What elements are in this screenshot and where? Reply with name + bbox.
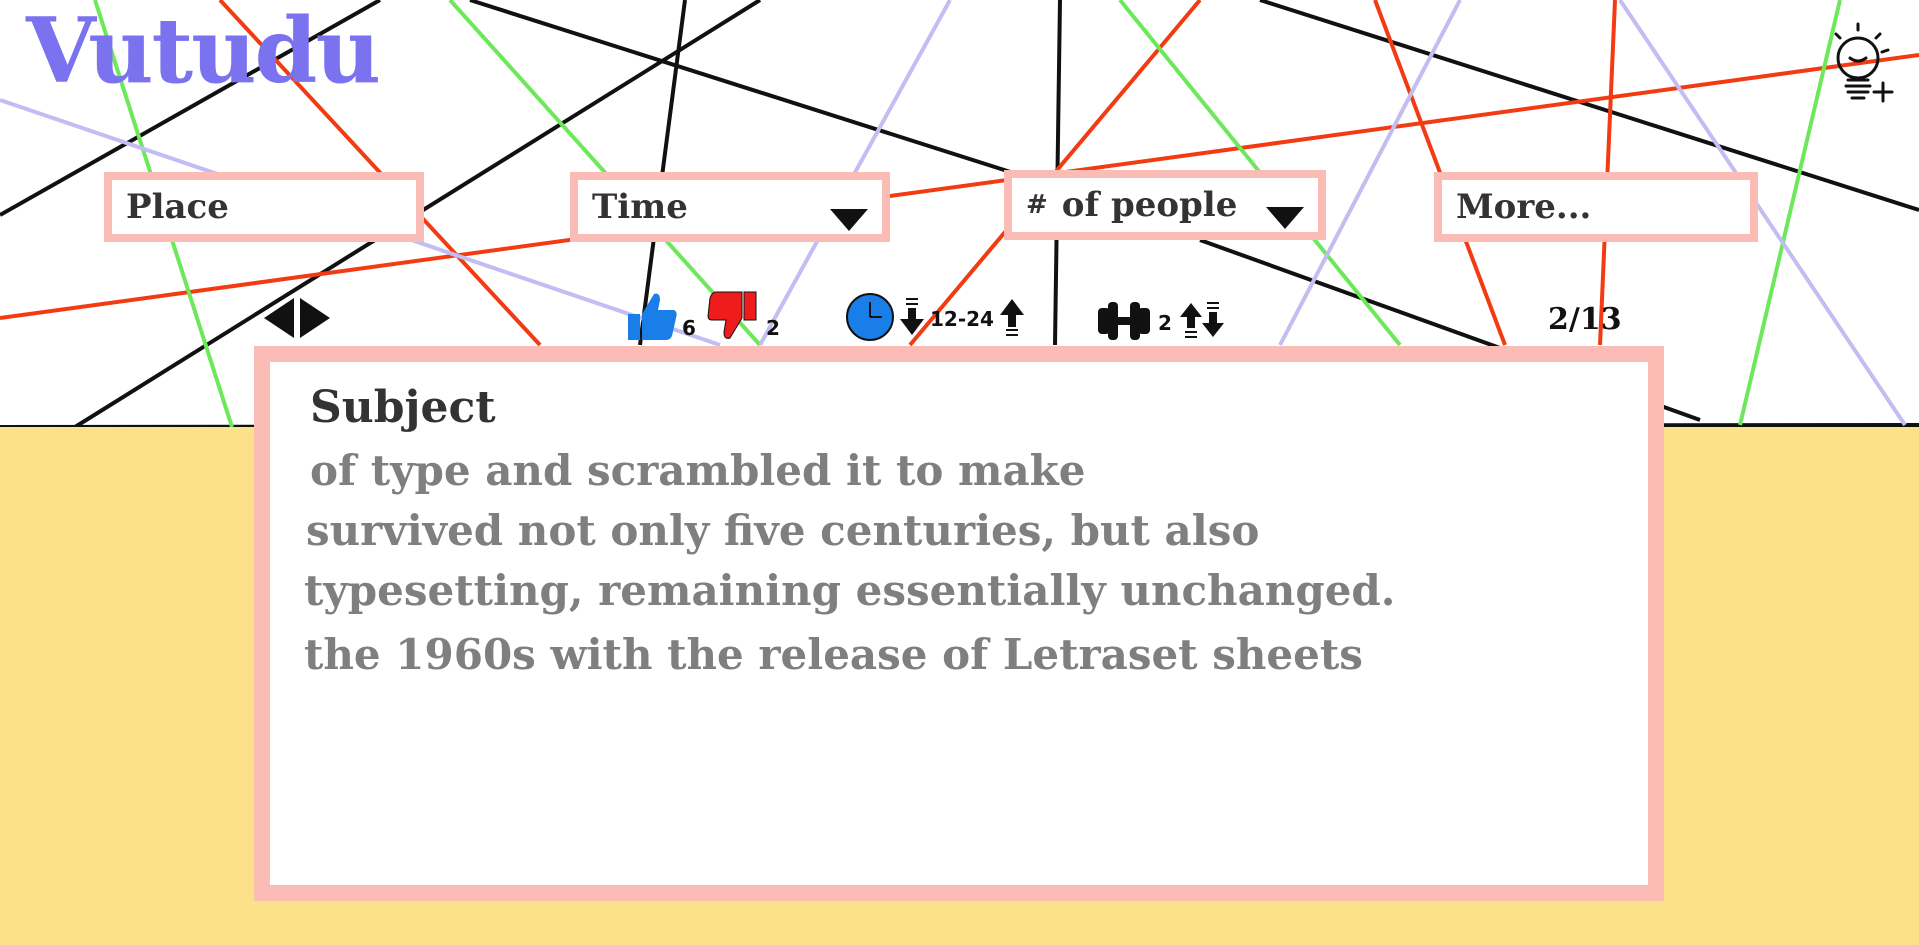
card-text-line: of type and scrambled it to make	[310, 446, 1086, 495]
sort-arrows-icon[interactable]	[1178, 301, 1226, 345]
chevron-down-icon	[1266, 198, 1304, 238]
card-text-line: the 1960s with the release of Letraset s…	[304, 630, 1363, 679]
players-group[interactable]: 2	[1096, 298, 1226, 348]
likes-count: 6	[682, 316, 696, 340]
more-filter[interactable]: More...	[1434, 172, 1758, 242]
thumbs-up-icon	[624, 288, 680, 348]
hash-label: #	[1026, 190, 1048, 220]
more-filter-label: More...	[1456, 187, 1592, 227]
people-filter[interactable]: # of people	[1004, 170, 1326, 240]
arrow-up-icon[interactable]	[998, 297, 1026, 341]
shuffle-arrows-icon[interactable]	[258, 294, 336, 342]
card-subject: Subject	[310, 382, 496, 433]
likes-group[interactable]: 6	[624, 288, 696, 348]
players-count: 2	[1158, 311, 1172, 335]
time-filter[interactable]: Time	[570, 172, 890, 242]
lightbulb-add-icon[interactable]	[1812, 20, 1902, 110]
thumbs-down-icon	[704, 288, 762, 348]
chevron-down-icon	[830, 200, 868, 240]
people-filter-label: of people	[1061, 185, 1238, 225]
card-text-line: typesetting, remaining essentially uncha…	[304, 566, 1396, 615]
time-filter-label: Time	[592, 187, 688, 227]
idea-card[interactable]: Subject of type and scrambled it to make…	[254, 346, 1664, 901]
place-filter-label: Place	[126, 187, 229, 227]
arrow-down-icon[interactable]	[898, 297, 926, 341]
card-text-line: survived not only five centuries, but al…	[306, 506, 1260, 555]
age-group[interactable]: 12-24	[844, 292, 1026, 346]
app-logo[interactable]: Vutudu	[26, 6, 381, 96]
dislikes-count: 2	[766, 316, 780, 340]
page-indicator: 2/13	[1548, 302, 1622, 337]
dislikes-group[interactable]: 2	[704, 288, 780, 348]
place-filter[interactable]: Place	[104, 172, 424, 242]
age-range: 12-24	[930, 307, 994, 331]
dumbbell-icon	[1096, 298, 1152, 348]
clock-icon	[844, 292, 898, 346]
